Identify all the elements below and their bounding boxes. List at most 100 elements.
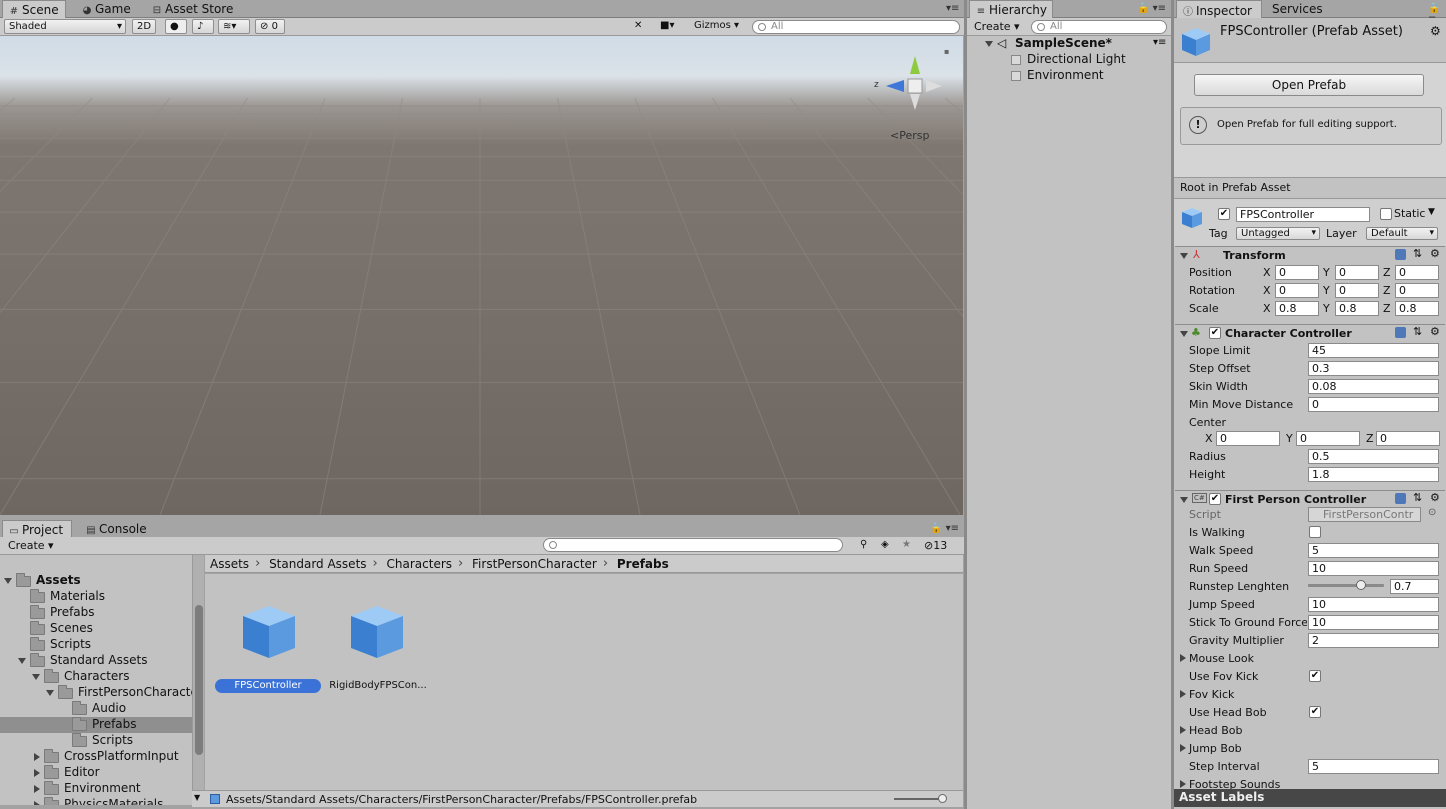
transform-scale-y-field[interactable]: 0.8 [1335,301,1379,316]
tree-item[interactable]: Editor [0,765,192,781]
filter-by-type-icon[interactable]: ⚲ [856,538,876,553]
head-bob-label[interactable]: Head Bob [1189,724,1243,737]
preset-icon[interactable]: ⇅ [1413,325,1422,338]
mouse-look-fold-arrow[interactable] [1180,654,1186,662]
center-z-field[interactable]: 0 [1376,431,1440,446]
expand-arrow[interactable] [4,578,12,584]
breadcrumb-item[interactable]: Characters [387,557,453,571]
filter-by-label-icon[interactable]: ◈ [877,538,897,553]
collapse-arrow[interactable] [34,753,40,761]
walk-speed-field[interactable]: 5 [1308,543,1439,558]
transform-scale-z-field[interactable]: 0.8 [1395,301,1439,316]
transform-position-z-field[interactable]: 0 [1395,265,1439,280]
help-icon[interactable] [1395,493,1406,504]
jump-bob-fold-arrow[interactable] [1180,744,1186,752]
hidden-objects-toggle[interactable]: ⊘ 0 [255,19,285,34]
effects-dropdown[interactable]: ≋▾ [218,19,250,34]
tools-icon[interactable]: ✕ [630,19,652,34]
expand-arrow[interactable] [18,658,26,664]
tree-item[interactable]: PhysicsMaterials [0,797,192,805]
tab-inspector[interactable]: ⓘ Inspector [1176,0,1262,19]
scene-name[interactable]: SampleScene* [1015,36,1112,50]
hierarchy-create-button[interactable]: Create ▾ [970,19,1022,34]
transform-rotation-y-field[interactable]: 0 [1335,283,1379,298]
scene-viewport[interactable]: z <Persp ▪ [0,36,963,515]
shading-mode-dropdown[interactable]: Shaded ▾ [4,19,126,34]
tree-item[interactable]: Characters [0,669,192,685]
open-prefab-button[interactable]: Open Prefab [1194,74,1424,96]
vertical-splitter[interactable] [1171,0,1174,809]
tree-item[interactable]: Scripts [0,637,192,653]
panel-menu-icon[interactable]: 🔒 ▾≡ [1137,3,1166,14]
asset-labels-bar[interactable]: Asset Labels [1174,789,1446,807]
tree-item[interactable]: Materials [0,589,192,605]
tree-item[interactable]: Assets [0,573,192,589]
tree-item[interactable]: Prefabs [0,605,192,621]
lighting-toggle[interactable]: ● [165,19,187,34]
2d-toggle[interactable]: 2D [132,19,156,34]
height-field[interactable]: 1.8 [1308,467,1439,482]
fov-kick-label[interactable]: Fov Kick [1189,688,1234,701]
audio-toggle[interactable]: ♪ [192,19,214,34]
min-move-field[interactable]: 0 [1308,397,1439,412]
preset-icon[interactable]: ⇅ [1413,491,1422,504]
breadcrumb-item[interactable]: Prefabs [617,557,669,571]
tab-console[interactable]: ▤ Console [80,520,155,538]
breadcrumb-item[interactable]: FirstPersonCharacter [472,557,597,571]
settings-gear-icon[interactable]: ⚙ [1430,491,1440,504]
collapse-arrow[interactable] [34,769,40,777]
scene-search-input[interactable]: All [752,20,960,34]
fold-arrow[interactable] [1180,497,1188,503]
vertical-splitter[interactable] [964,0,967,809]
hierarchy-search-input[interactable]: All [1031,20,1167,34]
layer-dropdown[interactable]: Default [1366,227,1438,240]
camera-dropdown[interactable]: ■▾ [656,19,686,34]
transform-position-x-field[interactable]: 0 [1275,265,1319,280]
panel-menu-icon[interactable]: ▾≡ [946,3,959,14]
tab-asset-store[interactable]: ⊟ Asset Store [146,0,241,18]
tree-item[interactable]: Standard Assets [0,653,192,669]
tree-item[interactable]: CrossPlatformInput [0,749,192,765]
fold-arrow[interactable] [1180,331,1188,337]
projection-label[interactable]: <Persp [890,129,929,142]
transform-scale-x-field[interactable]: 0.8 [1275,301,1319,316]
use-head-bob-checkbox[interactable]: ✔ [1309,706,1321,718]
project-search-input[interactable] [543,538,843,552]
radius-field[interactable]: 0.5 [1308,449,1439,464]
breadcrumb-item[interactable]: Standard Assets [269,557,366,571]
tree-item[interactable]: Prefabs [0,717,192,733]
skin-width-field[interactable]: 0.08 [1308,379,1439,394]
help-icon[interactable] [1395,249,1406,260]
transform-rotation-x-field[interactable]: 0 [1275,283,1319,298]
tree-item[interactable]: Environment [0,781,192,797]
fold-arrow[interactable] [1180,253,1188,259]
component-enabled-checkbox[interactable]: ✔ [1209,493,1221,505]
tree-item[interactable]: Scripts [0,733,192,749]
object-name-field[interactable]: FPSController [1236,207,1370,222]
settings-gear-icon[interactable]: ⚙ [1430,247,1440,260]
scene-menu-icon[interactable]: ▾≡ [1153,37,1166,48]
tree-item[interactable]: Scenes [0,621,192,637]
expand-arrow[interactable] [46,690,54,696]
center-y-field[interactable]: 0 [1296,431,1360,446]
panel-menu-icon[interactable]: 🔒 ▾≡ [930,523,959,534]
hidden-packages-toggle[interactable]: ⊘13 [920,538,960,553]
scroll-down-icon[interactable]: ▼ [194,793,200,802]
first-person-controller-header[interactable]: C# ✔ First Person Controller ⇅ ⚙ [1175,490,1445,508]
asset-item[interactable]: RigidBodyFPSCon... [325,602,431,694]
center-x-field[interactable]: 0 [1216,431,1280,446]
is-walking-checkbox[interactable] [1309,526,1321,538]
active-checkbox[interactable]: ✔ [1218,208,1230,220]
head-bob-fold-arrow[interactable] [1180,726,1186,734]
static-dropdown-arrow[interactable]: ▼ [1428,207,1435,217]
fov-kick-fold-arrow[interactable] [1180,690,1186,698]
favorite-star-icon[interactable]: ★ [898,538,918,553]
gravity-field[interactable]: 2 [1308,633,1439,648]
settings-gear-icon[interactable]: ⚙ [1430,325,1440,338]
preset-icon[interactable]: ⇅ [1413,247,1422,260]
scene-gizmo[interactable]: z [872,54,944,134]
character-controller-header[interactable]: ♣ ✔ Character Controller ⇅ ⚙ [1175,324,1445,342]
jump-bob-label[interactable]: Jump Bob [1189,742,1242,755]
help-icon[interactable] [1395,327,1406,338]
jump-speed-field[interactable]: 10 [1308,597,1439,612]
